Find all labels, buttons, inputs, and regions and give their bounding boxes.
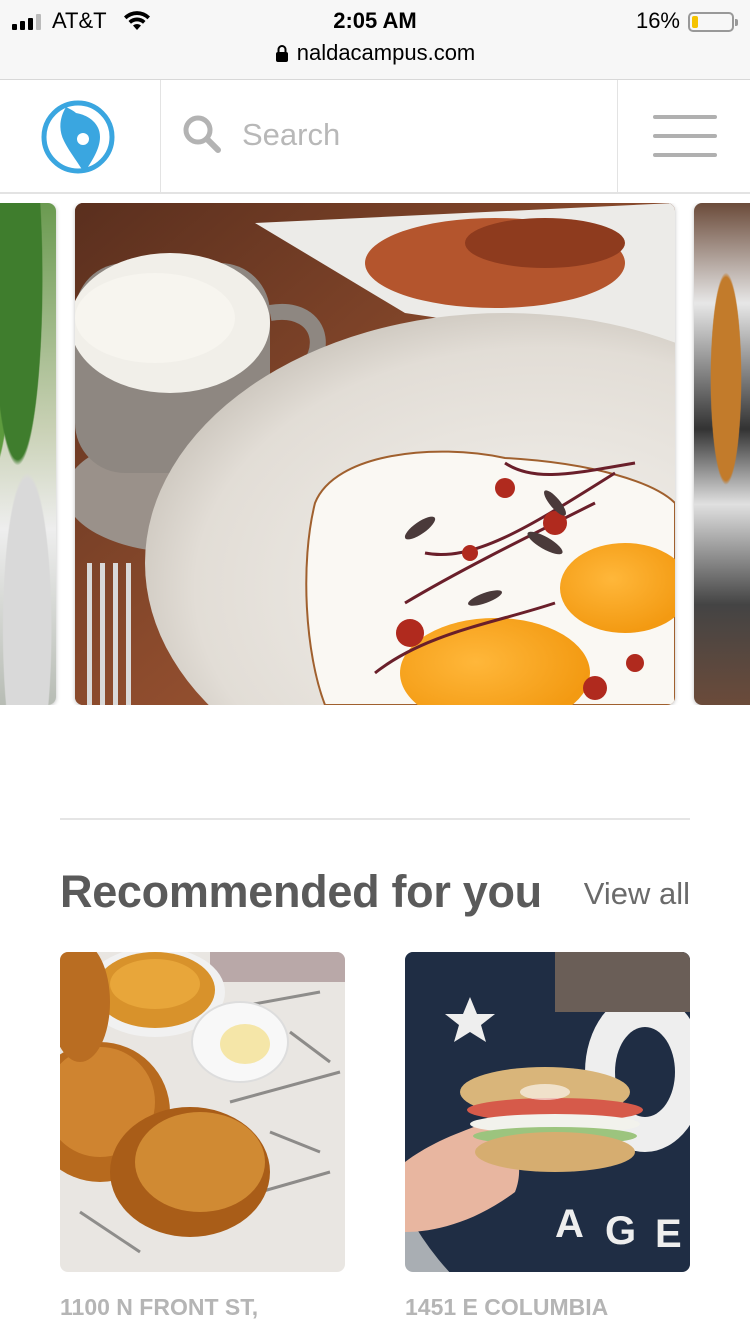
svg-text:G: G [605,1209,636,1253]
card-address: 1100 N FRONT ST, [60,1294,259,1320]
lock-icon [275,45,288,62]
section-divider [60,818,690,820]
carousel-slide-breakfast[interactable] [75,203,675,705]
fried-chicken-photo [60,952,345,1272]
recommended-card[interactable]: 1100 N FRONT ST, [60,952,345,1321]
compass-pin-logo [41,100,115,174]
bagel-sandwich-photo: AGE [405,952,690,1272]
hamburger-menu-button[interactable] [619,80,750,192]
carousel-slide-salad[interactable] [0,203,56,705]
featured-carousel[interactable] [0,203,750,705]
hamburger-menu-icon [652,115,717,119]
card-image-bagel[interactable]: AGE [405,952,690,1272]
section-title: Recommended for you [60,866,542,917]
search-icon [183,115,221,153]
view-all-link[interactable]: View all [584,876,690,912]
carousel-slide-chicken[interactable] [694,203,750,705]
card-address: 1451 E COLUMBIA [405,1294,609,1320]
battery-fill [692,16,698,28]
logo-button[interactable] [0,80,161,192]
battery-percent: 16% [635,8,680,33]
page-url: naldacampus.com [296,40,476,65]
battery-icon [688,12,738,32]
card-image-fried-chicken[interactable] [60,952,345,1272]
status-bar: AT&T 2:05 AM 16% naldacampus.com [0,0,750,80]
fried-eggs-photo [75,203,675,705]
app-header [0,80,750,194]
search-input[interactable] [242,110,602,160]
svg-text:E: E [655,1212,682,1256]
address-bar[interactable]: naldacampus.com [0,40,750,66]
svg-text:A: A [555,1202,584,1246]
recommended-card[interactable]: AGE 1451 E COLUMBIA [405,952,690,1321]
search-bar[interactable] [162,80,618,192]
